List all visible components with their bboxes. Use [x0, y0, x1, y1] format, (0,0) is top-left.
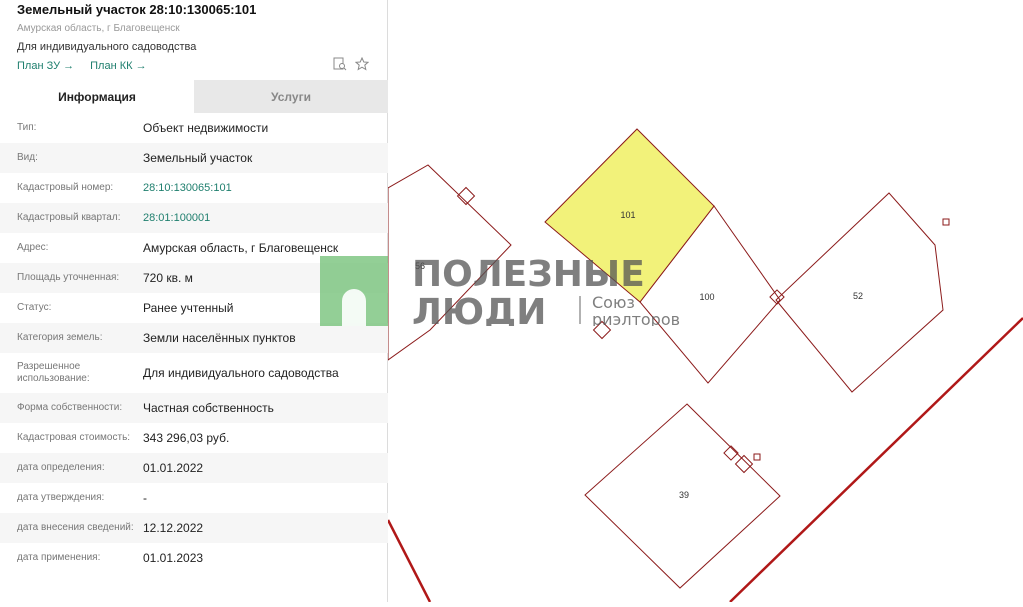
table-row: Кадастровый номер: 28:10:130065:101	[0, 173, 388, 203]
row-value: Объект недвижимости	[143, 121, 269, 135]
row-key: дата определения:	[17, 462, 105, 473]
cadastral-number-link[interactable]: 28:10:130065:101	[143, 182, 388, 194]
row-key: дата внесения сведений:	[17, 522, 134, 533]
row-key: Разрешенное использование:	[17, 361, 90, 384]
row-key: дата утверждения:	[17, 492, 105, 503]
parcel-label-39: 39	[679, 490, 689, 500]
table-row: Разрешенное использование: Для индивидуал…	[0, 353, 388, 393]
table-row: Кадастровый квартал: 28:01:100001	[0, 203, 388, 233]
road-boundary-line-left	[386, 519, 432, 603]
table-row: Вид: Земельный участок	[0, 143, 388, 173]
row-value: Амурская область, г Благовещенск	[143, 241, 339, 255]
panel-header: Земельный участок 28:10:130065:101 Амурс…	[0, 0, 387, 80]
document-search-icon[interactable]	[332, 57, 348, 73]
table-row: Тип: Объект недвижимости	[0, 113, 388, 143]
watermark: ПОЛЕЗНЫЕ ЛЮДИ Союз риэлторов	[320, 254, 700, 333]
row-key: Категория земель:	[17, 332, 103, 343]
row-value: 12.12.2022	[143, 521, 204, 535]
table-row: Категория земель: Земли населённых пункто…	[0, 323, 388, 353]
watermark-line2: ЛЮДИ	[412, 292, 546, 326]
tab-information[interactable]: Информация	[0, 80, 194, 113]
row-key: Адрес:	[17, 242, 49, 253]
row-value: Частная собственность	[143, 401, 274, 415]
row-key: Тип:	[17, 122, 37, 133]
parcel-39-marker-c	[753, 453, 761, 461]
plan-kk-link[interactable]: План КК →	[90, 60, 146, 72]
row-value: Земли населённых пунктов	[143, 331, 296, 345]
info-table: Тип: Объект недвижимости Вид: Земельный уч…	[0, 113, 388, 573]
row-value: 01.01.2022	[143, 461, 204, 475]
row-value: 343 296,03 руб.	[143, 431, 230, 445]
row-value: Земельный участок	[143, 151, 253, 165]
header-actions	[332, 56, 376, 73]
table-row: дата применения: 01.01.2023	[0, 543, 388, 573]
row-key: Площадь уточненная:	[17, 272, 120, 283]
row-key: Кадастровый квартал:	[17, 212, 121, 223]
row-value: -	[143, 491, 147, 505]
table-row: дата утверждения: -	[0, 483, 388, 513]
tab-services[interactable]: Услуги	[194, 80, 388, 113]
row-value: Для индивидуального садоводства	[143, 366, 339, 380]
row-key: Вид:	[17, 152, 38, 163]
parcel-label-52: 52	[853, 291, 863, 301]
row-value: 01.01.2023	[143, 551, 204, 565]
watermark-line1: ПОЛЕЗНЫЕ	[412, 256, 645, 295]
table-row: дата определения: 01.01.2022	[0, 453, 388, 483]
table-row: Кадастровая стоимость: 343 296,03 руб.	[0, 423, 388, 453]
parcel-label-101: 101	[620, 210, 635, 220]
purpose-text: Для индивидуального садоводства	[17, 41, 197, 53]
watermark-graphic: ПОЛЕЗНЫЕ ЛЮДИ Союз риэлторов	[320, 254, 680, 333]
page-title: Земельный участок 28:10:130065:101	[17, 2, 257, 17]
plan-zu-link[interactable]: План ЗУ →	[17, 60, 74, 72]
row-key: Кадастровый номер:	[17, 182, 114, 193]
road-boundary-line	[729, 317, 1023, 603]
parcel-39-marker-a	[734, 454, 754, 474]
star-icon[interactable]	[354, 56, 370, 73]
watermark-sub2: риэлторов	[592, 310, 680, 326]
row-key: Форма собственности:	[17, 402, 123, 413]
table-row: Форма собственности: Частная собственност…	[0, 393, 388, 423]
watermark-logo-arch	[342, 289, 366, 326]
row-key: дата применения:	[17, 552, 101, 563]
row-key: Кадастровая стоимость:	[17, 432, 131, 443]
tab-bar: Информация Услуги	[0, 80, 388, 113]
parcel-label-100: 100	[699, 292, 714, 302]
cadastral-quarter-link[interactable]: 28:01:100001	[143, 212, 388, 224]
map-point-marker	[942, 218, 950, 226]
table-row: дата внесения сведений: 12.12.2022	[0, 513, 388, 543]
row-key: Статус:	[17, 302, 52, 313]
region-text: Амурская область, г Благовещенск	[17, 23, 180, 34]
